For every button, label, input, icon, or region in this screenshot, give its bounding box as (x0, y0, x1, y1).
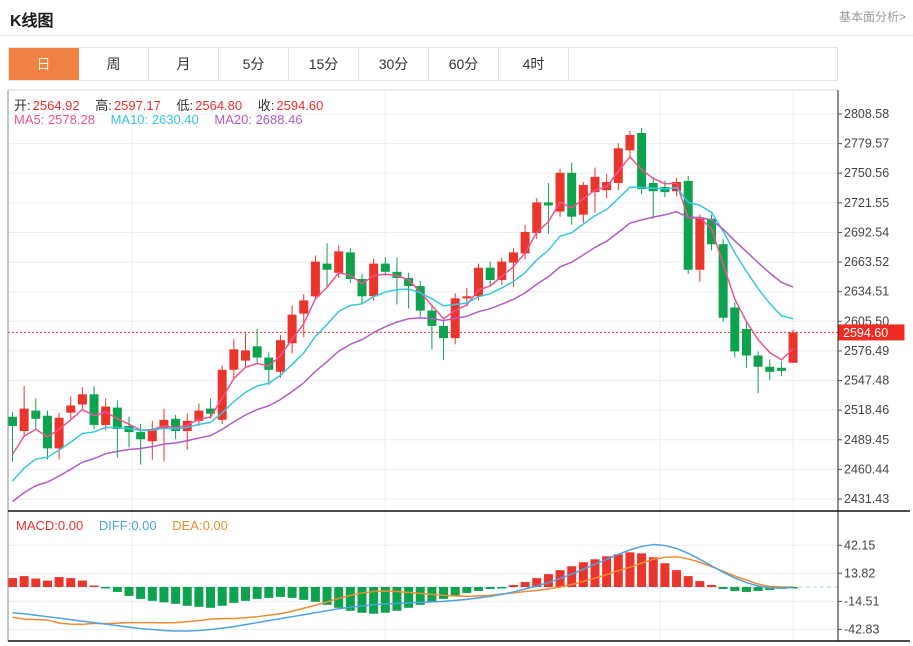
candles-layer (8, 128, 798, 465)
svg-text:2576.49: 2576.49 (844, 344, 889, 358)
ma20-line (13, 212, 794, 502)
dea-legend-value: DEA:0.00 (172, 518, 228, 533)
open-value: 2564.92 (33, 98, 80, 113)
high-value: 2597.17 (114, 98, 161, 113)
chart-frame (8, 90, 910, 641)
macd-axis-labels: 42.15 13.82 -14.51 -42.83 (838, 538, 879, 636)
svg-text:2721.55: 2721.55 (844, 196, 889, 210)
ma20-legend-value: MA20: 2688.46 (214, 112, 302, 127)
svg-text:2692.54: 2692.54 (844, 225, 889, 239)
grid-lines (8, 90, 838, 641)
close-label: 收: (258, 98, 275, 113)
svg-text:2460.44: 2460.44 (844, 462, 889, 476)
current-price-badge: 2594.60 (839, 324, 905, 340)
svg-text:-14.51: -14.51 (844, 594, 879, 608)
svg-text:13.82: 13.82 (844, 566, 875, 580)
low-label: 低: (177, 98, 194, 113)
svg-text:2594.60: 2594.60 (843, 326, 888, 340)
svg-text:2489.45: 2489.45 (844, 433, 889, 447)
macd-legend-value: MACD:0.00 (16, 518, 83, 533)
ma10-line (13, 187, 794, 481)
ma10-line (13, 187, 794, 481)
svg-text:-42.83: -42.83 (844, 622, 879, 636)
diff-legend-value: DIFF:0.00 (99, 518, 157, 533)
kline-app: K线图 基本面分析> 日 周 月 5分 15分 30分 60分 4时 2808.… (0, 0, 913, 646)
svg-text:2431.43: 2431.43 (844, 492, 889, 506)
high-label: 高: (95, 98, 112, 113)
low-value: 2564.80 (195, 98, 242, 113)
svg-text:2779.57: 2779.57 (844, 137, 889, 151)
ma10-legend-value: MA10: 2630.40 (111, 112, 199, 127)
svg-text:2663.52: 2663.52 (844, 255, 889, 269)
svg-text:2750.56: 2750.56 (844, 166, 889, 180)
ma-legend: MA5: 2578.28 MA10: 2630.40 MA20: 2688.46 (14, 112, 315, 127)
open-label: 开: (14, 98, 31, 113)
close-value: 2594.60 (276, 98, 323, 113)
svg-text:2518.46: 2518.46 (844, 403, 889, 417)
svg-text:42.15: 42.15 (844, 538, 875, 552)
ma20-line (13, 212, 794, 502)
ma5-legend-value: MA5: 2578.28 (14, 112, 95, 127)
macd-histogram (8, 552, 798, 613)
svg-text:2547.48: 2547.48 (844, 374, 889, 388)
svg-text:2634.51: 2634.51 (844, 285, 889, 299)
macd-legend: MACD:0.00 DIFF:0.00 DEA:0.00 (16, 518, 240, 533)
svg-text:2808.58: 2808.58 (844, 107, 889, 121)
price-axis-labels: 2808.58 2779.57 2750.56 2721.55 2692.54 2663.… (838, 107, 889, 506)
